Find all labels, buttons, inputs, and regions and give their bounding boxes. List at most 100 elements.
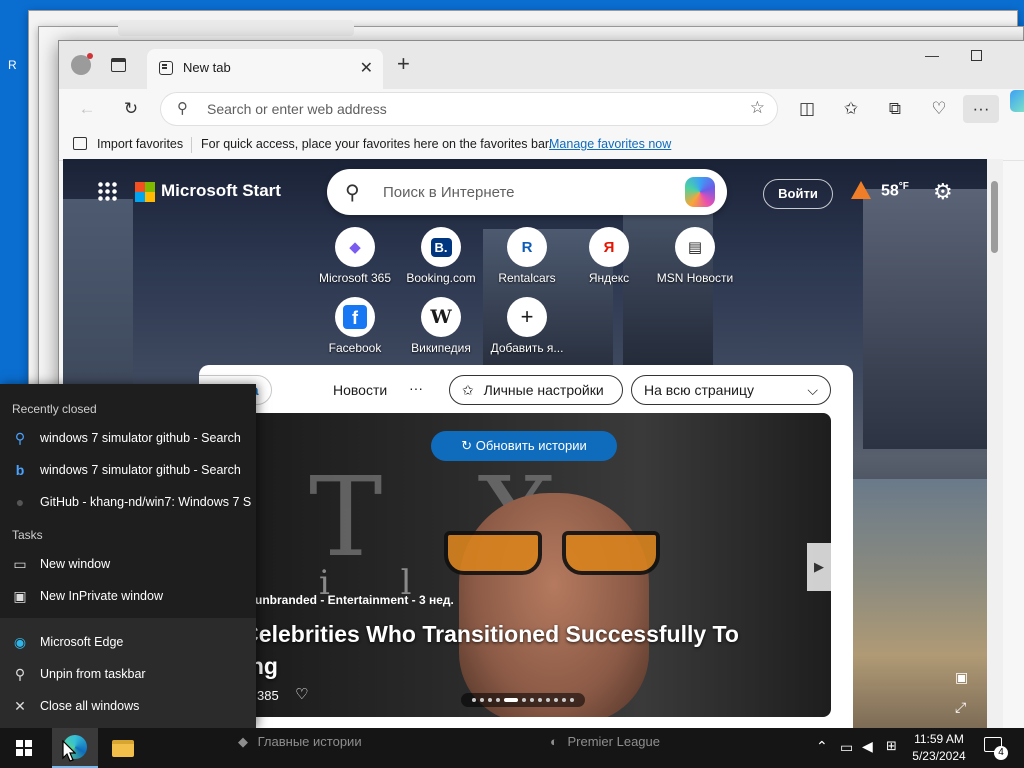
tab-new-tab[interactable]: New tab ✕: [147, 49, 383, 89]
rentalcars-icon: R: [507, 227, 547, 267]
import-favorites-button[interactable]: Import favorites: [97, 137, 183, 151]
booking-icon: B.: [421, 227, 461, 267]
page-scrollbar[interactable]: [987, 159, 1003, 729]
quick-link-facebook[interactable]: f Facebook: [309, 297, 401, 355]
start-button[interactable]: [0, 728, 48, 768]
new-tab-button[interactable]: +: [397, 51, 410, 77]
favorite-star-icon[interactable]: ☆: [750, 98, 765, 118]
system-clock[interactable]: 11:59 AM 5/23/2024: [904, 731, 974, 765]
recent-item[interactable]: ● GitHub - khang-nd/win7: Windows 7 S...: [0, 486, 256, 518]
apps-launcher-icon[interactable]: [97, 181, 117, 201]
manage-favorites-link[interactable]: Manage favorites now: [549, 137, 671, 151]
quick-link-label: Booking.com: [406, 271, 476, 285]
sign-in-button[interactable]: Войти: [763, 179, 833, 209]
copilot-icon[interactable]: [685, 177, 715, 207]
split-screen-icon[interactable]: ◫: [795, 97, 819, 121]
quick-link-wikipedia[interactable]: W Википедия: [395, 297, 487, 355]
quick-link-msn-news[interactable]: ▤ MSN Новости: [649, 227, 741, 285]
quick-access-hint: For quick access, place your favorites h…: [201, 137, 552, 151]
expand-icon[interactable]: ⤢: [955, 699, 966, 716]
back-icon[interactable]: ←: [75, 97, 99, 121]
quick-link-label: Facebook: [328, 341, 382, 355]
quick-link-label: Википедия: [411, 341, 471, 355]
chevron-down-icon: ⌵: [807, 382, 818, 398]
search-icon: ⚲: [14, 429, 26, 446]
taskbar: ◆ Главные истории ◐ Premier League ⌃ ▭ ◀…: [0, 728, 1024, 768]
task-label: New InPrivate window: [40, 589, 163, 603]
recent-item[interactable]: ⚲ windows 7 simulator github - Search: [0, 422, 256, 454]
browser-essentials-icon[interactable]: ♡: [927, 97, 951, 121]
settings-more-icon[interactable]: ···: [963, 95, 999, 123]
layout-select[interactable]: На всю страницу ⌵: [631, 375, 831, 405]
quick-link-microsoft365[interactable]: ◆ Microsoft 365: [309, 227, 401, 285]
edge-icon: ◉: [13, 633, 27, 650]
minimize-icon[interactable]: —: [925, 47, 939, 63]
profile-badge-icon: [87, 53, 93, 59]
favorites-icon[interactable]: ✩: [839, 97, 863, 121]
taskbar-news-item[interactable]: ◆ Главные истории: [238, 734, 362, 750]
app-actions-section: ◉ Microsoft Edge ⚲ Unpin from taskbar ✕ Clo…: [0, 618, 256, 728]
carousel-dots[interactable]: [461, 693, 585, 707]
clock-time: 11:59 AM: [914, 732, 964, 746]
tab-strip: New tab ✕ + —: [59, 41, 1024, 89]
task-new-inprivate[interactable]: ▣ New InPrivate window: [0, 580, 256, 612]
carousel-next-icon[interactable]: ▶: [807, 543, 831, 591]
weather-temperature[interactable]: 58°F: [881, 181, 909, 200]
task-new-window[interactable]: ▭ New window: [0, 548, 256, 580]
hero-meta: unbranded - Entertainment - 3 нед.: [255, 593, 454, 607]
feed-more-icon[interactable]: ···: [409, 380, 423, 396]
network-icon[interactable]: ▭: [840, 739, 853, 756]
unpin-icon: ⚲: [14, 665, 26, 682]
show-hidden-icons[interactable]: ⌃: [816, 738, 828, 755]
sparkle-icon: ✩: [462, 382, 474, 398]
weather-temp-unit: °F: [898, 181, 909, 192]
import-favorites-icon: [73, 137, 87, 150]
taskbar-sports-label: Premier League: [567, 734, 660, 749]
mouse-cursor-icon: [62, 740, 76, 762]
background-image-icon[interactable]: ▣: [955, 669, 968, 686]
toolbar: ← ↻ ⚲ Search or enter web address ☆ ◫ ✩ …: [59, 89, 1024, 129]
quick-link-add[interactable]: + Добавить я...: [481, 297, 573, 355]
refresh-icon[interactable]: ↻: [119, 97, 143, 121]
close-icon: ✕: [14, 697, 26, 714]
clock-date: 5/23/2024: [912, 749, 966, 763]
dislike-icon[interactable]: ♡: [295, 685, 308, 703]
open-microsoft-edge[interactable]: ◉ Microsoft Edge: [0, 626, 256, 658]
notification-count-badge: 4: [994, 746, 1008, 760]
close-all-windows[interactable]: ✕ Close all windows: [0, 690, 256, 722]
taskbar-file-explorer[interactable]: [100, 728, 146, 768]
brand-title[interactable]: Microsoft Start: [161, 181, 281, 201]
quick-link-booking[interactable]: B. Booking.com: [395, 227, 487, 285]
app-action-label: Close all windows: [40, 699, 140, 713]
unpin-from-taskbar[interactable]: ⚲ Unpin from taskbar: [0, 658, 256, 690]
feed-tab-news[interactable]: Новости: [333, 382, 387, 398]
input-indicator-icon[interactable]: ⊞: [886, 738, 897, 754]
hero-story[interactable]: T X i l m ↻ Обновить истории unbranded -…: [199, 413, 831, 717]
copilot-sidebar-icon[interactable]: [1010, 90, 1024, 112]
quick-link-yandex[interactable]: Я Яндекс: [563, 227, 655, 285]
volume-icon[interactable]: ◀: [862, 738, 873, 755]
address-bar[interactable]: ⚲ Search or enter web address ☆: [161, 93, 777, 125]
taskbar-jump-list: Recently closed ⚲ windows 7 simulator git…: [0, 384, 256, 728]
quick-link-label: Яндекс: [588, 271, 630, 285]
folder-icon: [112, 739, 134, 757]
hero-headline[interactable]: 0 Celebrities Who Transitioned Successfu…: [223, 618, 783, 682]
refresh-icon: ↻: [461, 438, 473, 453]
scrollbar-thumb[interactable]: [991, 181, 998, 253]
tab-actions-icon[interactable]: [111, 58, 126, 72]
quick-link-rentalcars[interactable]: R Rentalcars: [481, 227, 573, 285]
refresh-stories-button[interactable]: ↻ Обновить истории: [431, 431, 617, 461]
taskbar-news-label: Главные истории: [257, 734, 362, 749]
facebook-icon: f: [335, 297, 375, 337]
page-settings-icon[interactable]: ⚙: [933, 179, 953, 205]
maximize-icon[interactable]: [971, 50, 982, 61]
personalize-button[interactable]: ✩ Личные настройки: [449, 375, 623, 405]
favbar-divider: [191, 137, 192, 153]
yandex-icon: Я: [589, 227, 629, 267]
close-tab-icon[interactable]: ✕: [360, 58, 373, 78]
web-search-box[interactable]: ⚲ Поиск в Интернете: [327, 169, 727, 215]
recent-item[interactable]: b windows 7 simulator github - Search: [0, 454, 256, 486]
weather-alert-icon[interactable]: [851, 181, 871, 199]
taskbar-sports-item[interactable]: ◐ Premier League: [550, 734, 660, 749]
collections-icon[interactable]: ⧉: [883, 97, 907, 121]
